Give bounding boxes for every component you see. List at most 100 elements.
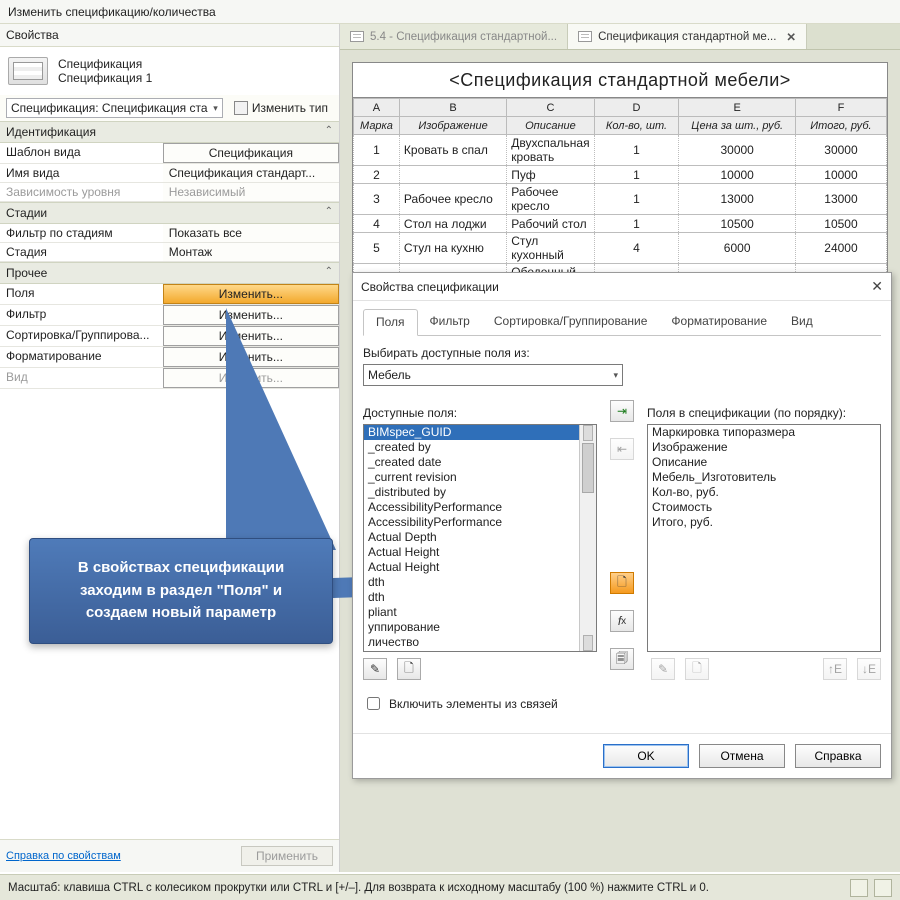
include-links-checkbox[interactable] [367, 697, 380, 710]
cell[interactable]: 1 [354, 135, 400, 166]
move-down-button[interactable]: ↓E [857, 658, 881, 680]
cell[interactable]: Стол на лоджи [399, 215, 506, 233]
dialog-tab[interactable]: Форматирование [659, 309, 779, 335]
property-row[interactable]: Имя видаСпецификация стандарт... [0, 164, 339, 183]
list-item[interactable]: Описание [648, 455, 880, 470]
help-button[interactable]: Справка [795, 744, 881, 768]
dialog-tab[interactable]: Поля [363, 309, 418, 336]
delete-param-button[interactable]: 🗋 [397, 658, 421, 680]
property-row[interactable]: Шаблон видаСпецификация [0, 143, 339, 164]
add-field-button[interactable]: ⇥ [610, 400, 634, 422]
cell[interactable]: Рабочее кресло [399, 184, 506, 215]
cell[interactable] [399, 166, 506, 184]
col-letter[interactable]: C [507, 99, 594, 117]
available-fields-list[interactable]: BIMspec_GUID_created by_created date_cur… [363, 424, 597, 652]
col-header[interactable]: Описание [507, 117, 594, 135]
cell[interactable]: Рабочее кресло [507, 184, 594, 215]
doc-tab-inactive[interactable]: 5.4 - Спецификация стандартной... [340, 24, 568, 49]
property-row[interactable]: Фильтр по стадиямПоказать все [0, 224, 339, 243]
property-edit-button[interactable]: Изменить... [163, 284, 339, 304]
cell[interactable]: 13000 [795, 184, 886, 215]
category-select[interactable]: Мебель▾ [363, 364, 623, 386]
col-letter[interactable]: E [679, 99, 796, 117]
table-row[interactable]: 3Рабочее креслоРабочее кресло11300013000 [354, 184, 887, 215]
col-header[interactable]: Цена за шт., руб. [679, 117, 796, 135]
ok-button[interactable]: OK [603, 744, 689, 768]
type-selector[interactable]: Спецификация: Спецификация ста▾ [6, 98, 223, 118]
table-row[interactable]: 1Кровать в спалДвухспальная кровать13000… [354, 135, 887, 166]
col-letter[interactable]: D [594, 99, 679, 117]
list-item[interactable]: Actual Height [364, 545, 596, 560]
combine-button[interactable]: 🗐 [610, 648, 634, 670]
col-header[interactable]: Итого, руб. [795, 117, 886, 135]
apply-button[interactable]: Применить [241, 846, 333, 866]
property-value[interactable]: Монтаж [163, 243, 339, 261]
status-btn-2[interactable] [874, 879, 892, 897]
col-letter[interactable]: A [354, 99, 400, 117]
new-parameter-button[interactable]: 🗋 [610, 572, 634, 594]
fx-button[interactable]: fx [610, 610, 634, 632]
properties-help-link[interactable]: Справка по свойствам [6, 850, 121, 862]
cell[interactable]: 1 [594, 215, 679, 233]
cell[interactable]: Кровать в спал [399, 135, 506, 166]
cell[interactable]: 2 [354, 166, 400, 184]
in-spec-fields-list[interactable]: Маркировка типоразмераИзображениеОписани… [647, 424, 881, 652]
property-row[interactable]: СтадияМонтаж [0, 243, 339, 262]
cell[interactable]: Стул на кухню [399, 233, 506, 264]
cell[interactable]: Двухспальная кровать [507, 135, 594, 166]
list-item[interactable]: Actual Depth [364, 530, 596, 545]
cell[interactable]: 30000 [679, 135, 796, 166]
cell[interactable]: 1 [594, 166, 679, 184]
property-edit-button[interactable]: Спецификация [163, 143, 339, 163]
list-item[interactable]: Маркировка типоразмера [648, 425, 880, 440]
list-item[interactable]: териал наименование [364, 650, 596, 652]
list-item[interactable]: уппирование [364, 620, 596, 635]
dialog-tab[interactable]: Вид [779, 309, 825, 335]
col-letter[interactable]: B [399, 99, 506, 117]
property-row[interactable]: ПоляИзменить... [0, 284, 339, 305]
cell[interactable]: 3 [354, 184, 400, 215]
cell[interactable]: 5 [354, 233, 400, 264]
status-btn-1[interactable] [850, 879, 868, 897]
list-item[interactable]: pliant [364, 605, 596, 620]
table-row[interactable]: 4Стол на лоджиРабочий стол11050010500 [354, 215, 887, 233]
cell[interactable]: 10000 [679, 166, 796, 184]
property-value[interactable]: Показать все [163, 224, 339, 242]
property-value[interactable]: Независимый [163, 183, 339, 201]
col-header[interactable]: Изображение [399, 117, 506, 135]
close-tab-icon[interactable]: ✕ [786, 30, 796, 44]
dialog-close-button[interactable]: ✕ [871, 278, 883, 295]
section-other[interactable]: Прочее⌃ [0, 262, 339, 284]
cell[interactable]: 24000 [795, 233, 886, 264]
cell[interactable]: 1 [594, 135, 679, 166]
list-item[interactable]: личество [364, 635, 596, 650]
blank-button[interactable]: 🗋 [685, 658, 709, 680]
cell[interactable]: 4 [354, 215, 400, 233]
section-identification[interactable]: Идентификация⌃ [0, 121, 339, 143]
dialog-tab[interactable]: Фильтр [418, 309, 482, 335]
list-item[interactable]: _distributed by [364, 485, 596, 500]
table-row[interactable]: 2Пуф11000010000 [354, 166, 887, 184]
col-letter[interactable]: F [795, 99, 886, 117]
move-up-button[interactable]: ↑E [823, 658, 847, 680]
table-row[interactable]: 5Стул на кухнюСтул кухонный4600024000 [354, 233, 887, 264]
edit-param-button[interactable]: ✎ [363, 658, 387, 680]
cell[interactable]: 30000 [795, 135, 886, 166]
cell[interactable]: Пуф [507, 166, 594, 184]
list-item[interactable]: dth [364, 575, 596, 590]
list-item[interactable]: BIMspec_GUID [364, 425, 596, 440]
cell[interactable]: 4 [594, 233, 679, 264]
list-item[interactable]: Стоимость [648, 500, 880, 515]
dialog-tab[interactable]: Сортировка/Группирование [482, 309, 660, 335]
cell[interactable]: Рабочий стол [507, 215, 594, 233]
list-item[interactable]: dth [364, 590, 596, 605]
list-item[interactable]: _created date [364, 455, 596, 470]
cell[interactable]: 10000 [795, 166, 886, 184]
cell[interactable]: 6000 [679, 233, 796, 264]
col-header[interactable]: Кол-во, шт. [594, 117, 679, 135]
list-item[interactable]: AccessibilityPerformance [364, 500, 596, 515]
edit-button[interactable]: ✎ [651, 658, 675, 680]
scrollbar[interactable] [579, 425, 596, 651]
cell[interactable]: 10500 [795, 215, 886, 233]
col-header[interactable]: Марка [354, 117, 400, 135]
